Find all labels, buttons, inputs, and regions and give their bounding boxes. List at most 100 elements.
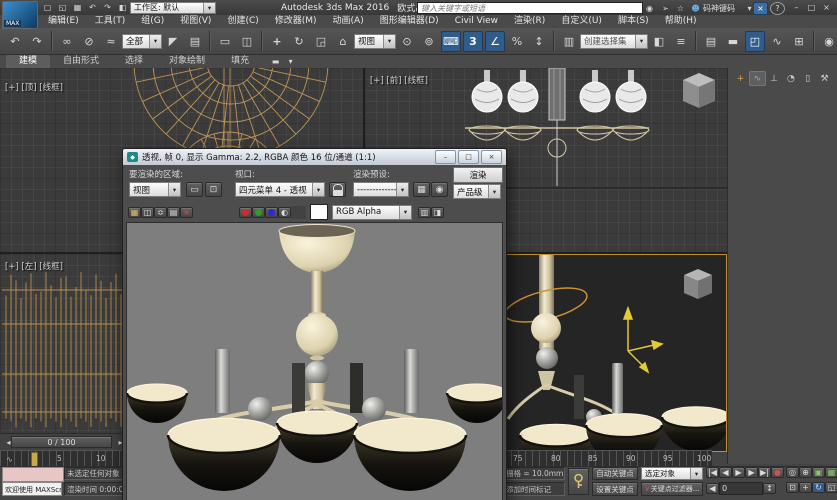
set-key-button[interactable]: 设置关键点 (592, 482, 638, 496)
chevron-down-icon[interactable]: ▾ (283, 55, 298, 68)
zoom-extents-icon[interactable]: ▣ (812, 467, 825, 478)
green-channel-button[interactable] (252, 206, 265, 218)
play-button[interactable]: ▶ (732, 467, 745, 478)
material-editor-button[interactable]: ◉ (819, 31, 837, 52)
viewport-left-label[interactable]: [+] [左] [线框] (5, 260, 63, 272)
menu-views[interactable]: 视图(V) (172, 15, 219, 28)
rectangular-region-button[interactable]: ▭ (215, 31, 235, 52)
layout-toggle-a-icon[interactable]: ▥ (418, 206, 431, 218)
angle-snap-button[interactable]: ∠ (485, 30, 505, 52)
frame-spinner[interactable]: ↕ (763, 483, 776, 494)
edit-region-icon[interactable]: ▭ (186, 182, 203, 197)
copy-image-icon[interactable]: ◫ (141, 206, 154, 218)
max-logo[interactable]: MAX (2, 1, 38, 29)
red-channel-button[interactable] (239, 206, 252, 218)
render-button[interactable]: 渲染 (453, 167, 503, 183)
orbit-icon[interactable]: ↻ (812, 482, 825, 493)
clone-window-icon[interactable]: ≎ (154, 206, 167, 218)
align-button[interactable]: ≡ (671, 31, 691, 52)
time-slider[interactable]: 0 / 100 (11, 436, 112, 448)
menu-scripting[interactable]: 脚本(S) (610, 15, 657, 28)
account-name[interactable]: 码神键码 (703, 3, 735, 14)
clear-image-icon[interactable]: × (180, 206, 193, 218)
window-close-button[interactable]: × (819, 1, 834, 14)
redo-toolbar-button[interactable]: ↷ (27, 31, 47, 52)
auto-key-button[interactable]: 自动关键点 (592, 467, 638, 480)
maxscript-listener-line[interactable]: 欢迎使用 MAXScript (2, 482, 62, 496)
named-sets-dropdown[interactable]: 创建选择集 ▾ (580, 33, 648, 49)
user-account-icon[interactable]: ☻ (688, 2, 703, 15)
menu-customize[interactable]: 自定义(U) (553, 15, 610, 28)
select-by-name-button[interactable]: ▤ (185, 31, 205, 52)
selection-set-dropdown[interactable]: 选定对象 ▾ (641, 467, 703, 480)
undo-toolbar-button[interactable]: ↶ (5, 31, 25, 52)
render-window-titlebar[interactable]: ◆ 透视, 帧 0, 显示 Gamma: 2.2, RGBA 颜色 16 位/通… (123, 149, 506, 165)
monochrome-button[interactable]: ◐ (278, 206, 291, 218)
select-object-button[interactable]: ◤ (163, 31, 183, 52)
search-binoculars-icon[interactable]: ◉ (642, 2, 657, 15)
render-viewport-dropdown[interactable]: 四元菜单 4 - 透视 ▾ (235, 182, 325, 197)
maxscript-mini-listener[interactable] (2, 467, 64, 482)
bind-spacewarp-button[interactable]: ≈ (101, 31, 121, 52)
menu-rendering[interactable]: 渲染(R) (506, 15, 553, 28)
viewport-front-label[interactable]: [+] [前] [线框] (370, 74, 428, 86)
edit-named-sets-button[interactable]: ▥ (559, 31, 579, 52)
layer-manager-button[interactable]: ▤ (701, 31, 721, 52)
motion-tab-icon[interactable]: ◔ (782, 71, 799, 86)
modify-tab-icon[interactable]: ∿ (748, 71, 766, 86)
menu-edit[interactable]: 编辑(E) (40, 15, 87, 28)
key-step-icon[interactable]: ◀ (706, 483, 719, 494)
select-manipulate-button[interactable]: ⊚ (419, 31, 439, 52)
menu-civil-view[interactable]: Civil View (447, 15, 506, 28)
workspace-dropdown[interactable]: 工作区: 默认 ▾ (130, 1, 216, 14)
ribbon-tab-selection[interactable]: 选择 (112, 55, 156, 68)
ribbon-state-icon[interactable]: ▬ (268, 55, 283, 68)
menu-help[interactable]: 帮助(H) (657, 15, 705, 28)
use-pivot-center-button[interactable]: ⊙ (397, 31, 417, 52)
help-icon[interactable]: ? (770, 2, 785, 15)
ribbon-tab-populate[interactable]: 填充 (218, 55, 262, 68)
sign-in-icon[interactable]: ➢ (658, 2, 673, 15)
keyboard-override-button[interactable]: ⌨ (441, 30, 461, 52)
go-to-start-button[interactable]: |◀ (706, 467, 719, 478)
spinner-snap-button[interactable]: ↕ (529, 31, 549, 52)
unlink-button[interactable]: ⊘ (79, 31, 99, 52)
hierarchy-tab-icon[interactable]: ⊥ (766, 71, 783, 86)
ribbon-tab-freeform[interactable]: 自由形式 (50, 55, 112, 68)
schematic-view-button[interactable]: ⊞ (789, 31, 809, 52)
select-move-button[interactable]: + (267, 31, 287, 52)
set-keys-button[interactable] (568, 468, 589, 495)
add-time-tag[interactable]: 添加时间标记 (503, 482, 565, 496)
new-file-button[interactable]: ▢ (40, 1, 55, 14)
save-file-button[interactable]: ▦ (70, 1, 85, 14)
menu-animation[interactable]: 动画(A) (325, 15, 372, 28)
menu-graph-editors[interactable]: 图形编辑器(D) (372, 15, 447, 28)
lock-viewport-icon[interactable] (329, 182, 346, 197)
window-maximize-button[interactable]: □ (804, 1, 819, 14)
area-to-render-dropdown[interactable]: 视图 ▾ (129, 182, 181, 197)
current-frame-field[interactable] (719, 482, 763, 495)
save-image-icon[interactable]: ▦ (128, 206, 141, 218)
display-tab-icon[interactable]: ▯ (799, 71, 816, 86)
redo-button[interactable]: ↷ (100, 1, 115, 14)
workspace-icon[interactable]: ◧ (115, 1, 130, 14)
go-to-end-button[interactable]: ▶| (758, 467, 771, 478)
time-marker[interactable] (31, 452, 38, 467)
save-preset-icon[interactable]: ▦ (413, 182, 430, 197)
viewport-top-label[interactable]: [+] [顶] [线框] (5, 81, 63, 93)
menu-create[interactable]: 创建(C) (219, 15, 266, 28)
window-crossing-button[interactable]: ◫ (237, 31, 257, 52)
menu-group[interactable]: 组(G) (133, 15, 172, 28)
percent-snap-button[interactable]: % (507, 31, 527, 52)
render-quality-dropdown[interactable]: 产品级 ▾ (453, 184, 501, 199)
selection-filter-dropdown[interactable]: 全部 ▾ (122, 33, 162, 49)
maximize-viewport-icon[interactable]: ◱ (825, 482, 837, 493)
create-tab-icon[interactable]: + (732, 71, 749, 86)
ribbon-tab-modeling[interactable]: 建模 (6, 55, 51, 68)
clear-color-swatch[interactable] (310, 204, 328, 220)
select-place-button[interactable]: ⌂ (333, 31, 353, 52)
zoom-region-icon[interactable]: ⊡ (786, 482, 799, 493)
menu-tools[interactable]: 工具(T) (87, 15, 134, 28)
next-frame-button[interactable]: ▶ (745, 467, 758, 478)
layout-toggle-b-icon[interactable]: ◨ (431, 206, 444, 218)
